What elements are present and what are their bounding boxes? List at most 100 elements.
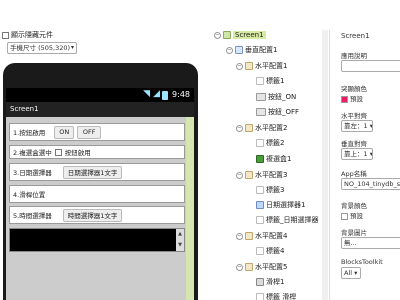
tree-node-label-2[interactable]: 標籤2 xyxy=(256,138,284,148)
horizontal-arrangement-4[interactable]: 4.滑桿位置 xyxy=(9,185,185,203)
tree-node-label: 標籤_日期選擇器 xyxy=(266,216,319,224)
tree-node-label: 水平配置1 xyxy=(255,62,288,70)
horizontal-arrangement-5[interactable]: 5.時間選擇器 時間選擇器1文字 xyxy=(9,206,185,224)
tree-node-date-picker-1[interactable]: 日期選擇器1 xyxy=(256,200,305,210)
align-vertical-select[interactable]: 靠上：1 ▾ xyxy=(341,148,373,160)
label-5[interactable]: 5.時間選擇器 xyxy=(13,210,52,220)
background-image-input[interactable]: 無... xyxy=(341,237,400,249)
label-4[interactable]: 4.滑桿位置 xyxy=(13,189,45,199)
app-name-input[interactable]: NO_104_tinydb_sa xyxy=(341,178,400,190)
phone-size-value: 手機尺寸 (505,320) xyxy=(10,44,71,52)
background-color-label: 背景顏色 xyxy=(341,202,367,210)
button-icon xyxy=(256,108,266,116)
screen-title-bar: Screen1 xyxy=(6,102,194,117)
properties-panel: Screen1 應用說明 突顯顏色 預設 水平對齊 靠左：1 ▾ 垂直對齊 靠上… xyxy=(332,30,400,300)
tree-node-horizontal-arrangement-1[interactable]: − 水平配置1 xyxy=(236,61,287,71)
screen-title: Screen1 xyxy=(10,105,39,113)
checkbox-icon xyxy=(256,155,264,163)
scroll-up-icon[interactable]: ▲ xyxy=(176,229,184,240)
background-color-value: 預設 xyxy=(350,212,363,220)
tree-node-label: 標籤 滑桿 xyxy=(266,293,297,300)
slider-icon xyxy=(256,278,264,286)
collapse-icon[interactable]: − xyxy=(236,171,243,179)
tree-node-label-slider[interactable]: 標籤 滑桿 xyxy=(256,292,296,300)
background-color-swatch xyxy=(341,212,348,220)
accent-color-label: 突顯顏色 xyxy=(341,85,367,93)
collapse-icon[interactable]: − xyxy=(236,124,243,132)
horizontal-arrangement-2[interactable]: 2.複選盒選中 按鈕啟用 xyxy=(9,145,185,159)
blocks-toolkit-select[interactable]: All ▾ xyxy=(341,267,361,279)
screen-icon xyxy=(223,31,231,39)
battery-icon xyxy=(162,91,168,100)
collapse-icon[interactable]: − xyxy=(236,62,243,70)
show-hidden-checkbox[interactable] xyxy=(2,31,9,39)
label-3[interactable]: 3.日期選擇器 xyxy=(13,167,52,177)
panel-divider xyxy=(329,30,330,300)
tree-node-label: 按鈕_OFF xyxy=(268,108,300,116)
collapse-icon[interactable]: − xyxy=(236,232,243,240)
label-icon xyxy=(256,77,264,85)
align-vertical-label: 垂直對齊 xyxy=(341,140,367,148)
horizontal-arrangement-icon xyxy=(245,232,253,240)
scroll-down-icon[interactable]: ▼ xyxy=(176,240,184,251)
phone-size-select[interactable]: 手機尺寸 (505,320) ▾ xyxy=(7,42,77,54)
accent-color-swatch xyxy=(341,95,348,103)
tree-node-horizontal-arrangement-3[interactable]: − 水平配置3 xyxy=(236,170,287,180)
tree-node-button-off[interactable]: 按鈕_OFF xyxy=(256,107,299,117)
chevron-down-icon: ▾ xyxy=(70,44,74,51)
tree-node-label: 標籤1 xyxy=(266,77,285,85)
align-horizontal-select[interactable]: 靠左：1 ▾ xyxy=(341,120,373,132)
tree-node-label-date-picker[interactable]: 標籤_日期選擇器 xyxy=(256,215,319,225)
background-image-label: 背景圖片 xyxy=(341,229,367,237)
label-icon xyxy=(256,216,264,224)
tree-node-label-1[interactable]: 標籤1 xyxy=(256,76,284,86)
chevron-down-icon: ▾ xyxy=(352,269,358,277)
horizontal-arrangement-3[interactable]: 3.日期選擇器 日期選擇器1文字 xyxy=(9,163,185,181)
phone-side-strip xyxy=(186,117,194,300)
time-picker-1[interactable]: 時間選擇器1文字 xyxy=(62,208,123,222)
checkbox-1[interactable] xyxy=(54,148,62,156)
tree-node-screen1[interactable]: − Screen1 xyxy=(214,31,266,39)
date-picker-1[interactable]: 日期選擇器1文字 xyxy=(62,165,123,179)
status-time: 9:48 xyxy=(172,90,190,99)
tree-node-button-on[interactable]: 按鈕_ON xyxy=(256,92,296,102)
tree-node-horizontal-arrangement-4[interactable]: − 水平配置4 xyxy=(236,231,287,241)
accent-color-picker[interactable]: 預設 xyxy=(341,93,363,103)
background-color-picker[interactable]: 預設 xyxy=(341,210,363,220)
horizontal-arrangement-1[interactable]: 1.按鈕啟用 ON OFF xyxy=(9,123,185,141)
text-area-scrollbar[interactable]: ▲ ▼ xyxy=(176,229,184,251)
label-2[interactable]: 2.複選盒選中 xyxy=(13,147,52,157)
tree-node-horizontal-arrangement-5[interactable]: − 水平配置5 xyxy=(236,262,287,272)
tree-node-label: 水平配置2 xyxy=(255,124,288,132)
tree-node-label: 標籤3 xyxy=(266,186,285,194)
tree-node-horizontal-arrangement-2[interactable]: − 水平配置2 xyxy=(236,123,287,133)
about-screen-label: 應用說明 xyxy=(341,52,367,60)
about-screen-input[interactable] xyxy=(341,60,400,72)
align-horizontal-value: 靠左：1 xyxy=(344,122,368,130)
tree-node-checkbox-1[interactable]: 複選盒1 xyxy=(256,154,291,164)
accent-color-value: 預設 xyxy=(350,95,363,103)
tree-node-label: Screen1 xyxy=(233,31,266,39)
off-button[interactable]: OFF xyxy=(77,125,102,139)
collapse-icon[interactable]: − xyxy=(226,46,233,54)
collapse-icon[interactable]: − xyxy=(236,263,243,271)
show-hidden-components-toggle[interactable]: 顯示隱藏元件 xyxy=(2,30,53,40)
chevron-down-icon: ▾ xyxy=(367,122,373,130)
app-name-label: App名稱 xyxy=(341,170,367,178)
horizontal-arrangement-icon xyxy=(245,263,253,271)
vertical-arrangement-icon xyxy=(235,46,243,54)
on-button[interactable]: ON xyxy=(54,125,75,139)
blocks-toolkit-label: BlocksToolkit xyxy=(341,258,383,266)
components-scrollbar[interactable] xyxy=(322,30,328,300)
tree-node-slider-1[interactable]: 滑桿1 xyxy=(256,277,284,287)
tree-node-label: 日期選擇器1 xyxy=(266,201,306,209)
label-icon xyxy=(256,139,264,147)
text-area[interactable]: ▲ ▼ xyxy=(9,228,185,252)
label-1[interactable]: 1.按鈕啟用 xyxy=(13,127,45,137)
tree-node-vertical-arrangement-1[interactable]: − 垂直配置1 xyxy=(226,45,277,55)
collapse-icon[interactable]: − xyxy=(214,31,221,39)
tree-node-label-3[interactable]: 標籤3 xyxy=(256,185,284,195)
align-vertical-value: 靠上：1 xyxy=(344,150,368,158)
chevron-down-icon: ▾ xyxy=(367,150,373,158)
tree-node-label-4[interactable]: 標籤4 xyxy=(256,246,284,256)
